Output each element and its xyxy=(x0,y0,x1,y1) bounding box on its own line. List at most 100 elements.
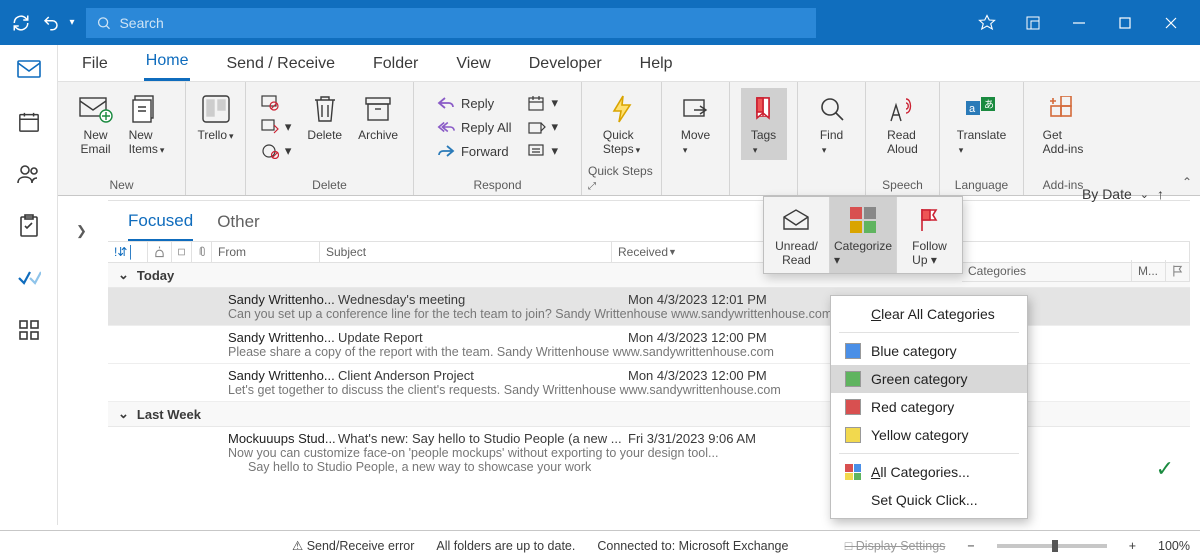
search-input[interactable] xyxy=(119,15,806,31)
more-respond-button[interactable]: ▾ xyxy=(522,140,565,162)
unread-read-button[interactable]: Unread/ Read xyxy=(764,197,830,273)
ignore-icon xyxy=(261,94,279,112)
ribbon-collapse-icon[interactable]: ⌃ xyxy=(1182,175,1192,189)
unread-read-icon xyxy=(781,205,811,235)
ribbon-group-quicksteps: Quick Steps▾ Quick Steps ⤢ xyxy=(582,82,662,195)
quick-steps-button[interactable]: Quick Steps▾ xyxy=(597,88,646,160)
get-addins-button[interactable]: Get Add-ins xyxy=(1037,88,1090,160)
mail-icon[interactable] xyxy=(16,57,42,83)
menu-blue-category[interactable]: Blue category xyxy=(831,337,1027,365)
ribbon-group-label: Delete xyxy=(312,176,347,195)
zoom-out-button[interactable]: − xyxy=(967,539,974,553)
new-items-button[interactable]: New Items▾ xyxy=(123,88,171,160)
read-aloud-icon xyxy=(888,92,918,126)
status-uptodate: All folders are up to date. xyxy=(436,539,575,553)
menu-red-category[interactable]: Red category xyxy=(831,393,1027,421)
reply-button[interactable]: Reply xyxy=(431,92,518,114)
display-settings-button[interactable]: □ Display Settings xyxy=(845,539,946,553)
premium-icon[interactable] xyxy=(964,0,1010,45)
calendar-icon[interactable] xyxy=(16,109,42,135)
tags-panel: Unread/ Read Categorize▾ Follow Up ▾ xyxy=(763,196,963,274)
ribbon-mode-icon[interactable] xyxy=(1010,0,1056,45)
trello-button[interactable]: Trello▾ xyxy=(191,88,239,146)
menu-all-categories[interactable]: All Categories... xyxy=(831,458,1027,486)
reply-all-icon xyxy=(437,118,455,136)
col-from[interactable]: From xyxy=(212,242,320,262)
zoom-slider[interactable] xyxy=(997,544,1107,548)
categorize-menu: Clear All Categories Blue category Green… xyxy=(830,295,1028,519)
cleanup-button[interactable]: ▾ xyxy=(255,116,298,138)
find-button[interactable]: Find▾ xyxy=(809,88,855,160)
tags-icon xyxy=(753,92,775,126)
col-categories[interactable]: Categories xyxy=(962,260,1132,281)
sort-ascending-icon[interactable]: ↑ xyxy=(1157,186,1164,202)
status-error[interactable]: ⚠ Send/Receive error xyxy=(292,538,414,553)
minimize-button[interactable] xyxy=(1056,0,1102,45)
tab-other[interactable]: Other xyxy=(217,212,260,240)
addins-icon xyxy=(1049,92,1077,126)
translate-icon: aあ xyxy=(965,92,997,126)
share-button[interactable]: ▾ xyxy=(522,116,565,138)
zoom-in-button[interactable]: + xyxy=(1129,539,1136,553)
tab-help[interactable]: Help xyxy=(638,49,675,81)
ribbon-group-delete: ▾ ▾ Delete Archive Delete xyxy=(246,82,414,195)
junk-button[interactable]: ▾ xyxy=(255,140,298,162)
nav-expander-icon[interactable]: ❯ xyxy=(76,223,96,243)
qat-dropdown-icon[interactable]: ▾ xyxy=(66,17,78,28)
menu-set-quick-click[interactable]: Set Quick Click... xyxy=(831,486,1027,514)
ribbon-group-speech: Read Aloud Speech xyxy=(866,82,940,195)
sync-icon[interactable] xyxy=(6,8,36,38)
ribbon-group-new: New Email New Items▾ New xyxy=(58,82,186,195)
ribbon-group-language: aあ Translate▾ Language xyxy=(940,82,1024,195)
ribbon: New Email New Items▾ New Trello▾ xyxy=(58,81,1200,196)
tab-send-receive[interactable]: Send / Receive xyxy=(224,49,337,81)
archive-button[interactable]: Archive xyxy=(352,88,404,146)
tab-developer[interactable]: Developer xyxy=(527,49,604,81)
follow-up-button[interactable]: Follow Up ▾ xyxy=(897,197,962,273)
move-button[interactable]: Move▾ xyxy=(673,88,719,160)
reply-all-button[interactable]: Reply All xyxy=(431,116,518,138)
search-box[interactable] xyxy=(86,8,816,38)
quick-steps-icon xyxy=(610,92,634,126)
ribbon-group-label: Language xyxy=(955,176,1008,195)
tasks-icon[interactable] xyxy=(16,213,42,239)
status-connected: Connected to: Microsoft Exchange xyxy=(597,539,788,553)
ribbon-group-trello: Trello▾ xyxy=(186,82,246,195)
forward-button[interactable]: Forward xyxy=(431,140,518,162)
categorize-button[interactable]: Categorize▾ xyxy=(830,197,897,273)
undo-icon[interactable] xyxy=(36,8,66,38)
ignore-button[interactable] xyxy=(255,92,298,114)
col-subject[interactable]: Subject xyxy=(320,242,612,262)
categorize-icon xyxy=(850,205,876,235)
tab-file[interactable]: File xyxy=(80,49,110,81)
all-categories-icon xyxy=(845,464,861,480)
title-bar: ▾ xyxy=(0,0,1200,45)
delete-button[interactable]: Delete xyxy=(301,88,348,146)
new-email-button[interactable]: New Email xyxy=(73,88,119,160)
svg-text:a: a xyxy=(969,103,976,115)
maximize-button[interactable] xyxy=(1102,0,1148,45)
close-button[interactable] xyxy=(1148,0,1194,45)
tags-button[interactable]: Tags▾ xyxy=(741,88,787,160)
meeting-button[interactable]: ▾ xyxy=(522,92,565,114)
tab-view[interactable]: View xyxy=(454,49,492,81)
col-mentions[interactable]: M... xyxy=(1132,260,1166,281)
search-icon xyxy=(96,15,111,31)
cleanup-icon xyxy=(261,118,279,136)
translate-button[interactable]: aあ Translate▾ xyxy=(951,88,1013,160)
read-aloud-button[interactable]: Read Aloud xyxy=(880,88,926,160)
menu-yellow-category[interactable]: Yellow category xyxy=(831,421,1027,449)
people-icon[interactable] xyxy=(16,161,42,187)
col-flag[interactable] xyxy=(1166,260,1190,281)
ribbon-group-move: Move▾ xyxy=(662,82,730,195)
sort-by-date[interactable]: By Date⌄ ↑ xyxy=(1082,186,1164,202)
menu-clear-categories[interactable]: Clear All Categories xyxy=(831,300,1027,328)
menu-green-category[interactable]: Green category xyxy=(831,365,1027,393)
todo-icon[interactable] xyxy=(16,265,42,291)
tab-folder[interactable]: Folder xyxy=(371,49,420,81)
tab-home[interactable]: Home xyxy=(144,46,191,81)
follow-up-icon xyxy=(918,205,942,235)
status-bar: ⚠ Send/Receive error All folders are up … xyxy=(0,530,1200,560)
more-apps-icon[interactable] xyxy=(16,317,42,343)
tab-focused[interactable]: Focused xyxy=(128,211,193,241)
